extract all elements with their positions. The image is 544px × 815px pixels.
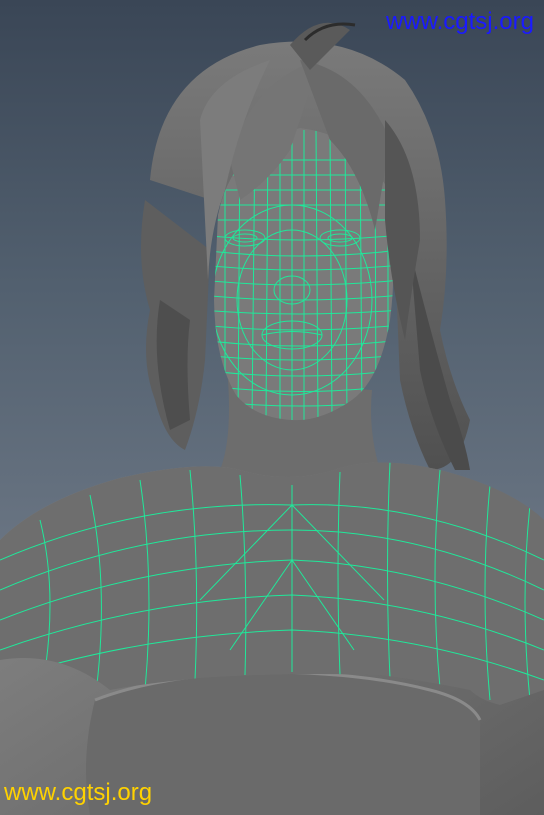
- chest-wireframe: [0, 462, 544, 705]
- character-model: [0, 22, 544, 815]
- 3d-viewport[interactable]: www.cgtsj.org www.cgtsj.org: [0, 0, 544, 815]
- watermark-top: www.cgtsj.org: [385, 8, 534, 35]
- watermark-bottom: www.cgtsj.org: [4, 779, 153, 806]
